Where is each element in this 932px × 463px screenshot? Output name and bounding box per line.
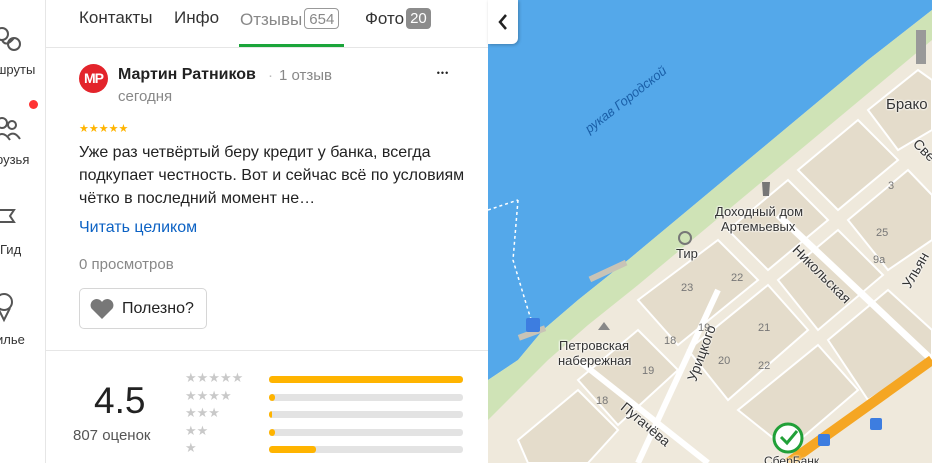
map-label-sberbank[interactable]: СберБанк — [764, 454, 819, 463]
map-house-number: 22 — [731, 272, 744, 284]
tab-reviews[interactable]: Отзывы 654 — [240, 8, 340, 30]
tab-bar: Контакты Инфо Отзывы 654 Фото 20 — [46, 0, 488, 48]
dist-fill — [269, 411, 272, 418]
dist-track — [269, 394, 463, 401]
tab-label: Инфо — [174, 8, 220, 27]
map-house-number: 19 — [698, 322, 711, 334]
map-house-number: 19 — [642, 365, 655, 377]
review-text: Уже раз четвёртый беру кредит у банка, в… — [79, 144, 465, 207]
dist-track — [269, 411, 463, 418]
rail-label-routes: шруты — [0, 62, 36, 77]
guide-icon — [0, 209, 16, 223]
active-tab-indicator — [239, 44, 344, 47]
more-dots-icon: ••• — [436, 68, 450, 78]
overall-rating: 4.5 — [94, 380, 146, 421]
tab-label: Контакты — [79, 8, 153, 27]
map-house-number: 22 — [758, 360, 771, 372]
photos-count-badge: 20 — [406, 8, 431, 29]
rail-item-routes[interactable]: шруты — [0, 0, 45, 90]
bus-stop-icon — [818, 434, 830, 446]
review-views: 0 просмотров — [79, 256, 174, 273]
map-house-number: 23 — [681, 282, 694, 294]
dist-stars: ★★★★ — [185, 388, 232, 403]
dist-stars: ★ — [185, 440, 197, 455]
chess-poi-icon — [762, 182, 770, 196]
tab-label: Фото — [365, 9, 405, 28]
map-label-naber-2[interactable]: набережная — [558, 353, 631, 368]
business-panel: Контакты Инфо Отзывы 654 Фото 20 MP Мартин… — [46, 0, 488, 463]
building-icon — [916, 30, 926, 64]
rail-item-housing[interactable]: илье — [0, 280, 45, 360]
review-date: сегодня — [118, 88, 173, 105]
map-house-number: 9а — [873, 254, 886, 266]
review-stars: ★★★★★ — [79, 123, 129, 135]
tab-contacts[interactable]: Контакты — [79, 8, 152, 28]
housing-icon — [0, 293, 13, 323]
map[interactable]: рукав Городской Брако Све Доходный дом А… — [488, 0, 932, 463]
rail-label-friends: рузья — [0, 152, 30, 167]
read-more-link[interactable]: Читать целиком — [79, 219, 197, 237]
map-house-number: 3 — [888, 180, 895, 192]
map-house-number: 18 — [664, 335, 677, 347]
left-rail: шруты рузья Гид илье — [0, 0, 46, 463]
useful-label: Полезно? — [122, 300, 194, 317]
avatar[interactable]: MP — [79, 64, 108, 93]
useful-button[interactable]: Полезно? — [79, 288, 207, 329]
tab-photos[interactable]: Фото 20 — [365, 8, 431, 29]
dist-stars: ★★ — [185, 423, 209, 438]
map-house-number: 25 — [876, 227, 889, 239]
map-label-dom-2[interactable]: Артемьевых — [721, 219, 795, 234]
tab-info[interactable]: Инфо — [174, 8, 219, 28]
rail-item-friends[interactable]: рузья — [0, 100, 45, 180]
dist-fill — [269, 376, 463, 383]
embankment-poi-icon — [598, 322, 610, 330]
dist-track — [269, 446, 463, 453]
dist-fill — [269, 446, 316, 453]
more-options-button[interactable]: ••• — [430, 68, 456, 88]
rail-item-guide[interactable]: Гид — [0, 190, 45, 270]
dist-track — [269, 376, 463, 383]
dist-fill — [269, 429, 275, 436]
rail-label-housing: илье — [0, 332, 25, 347]
author-review-count: 1 отзыв — [268, 67, 332, 84]
dist-track — [269, 429, 463, 436]
bus-stop-icon — [870, 418, 882, 430]
routes-icon — [0, 27, 21, 51]
map-label-brako[interactable]: Брако — [886, 96, 928, 113]
heart-icon — [90, 299, 114, 319]
collapse-panel-button[interactable] — [488, 0, 518, 44]
tab-label: Отзывы — [240, 10, 303, 29]
dist-stars: ★★★ — [185, 405, 220, 420]
dist-stars: ★★★★★ — [185, 370, 244, 385]
dist-fill — [269, 394, 275, 401]
chevron-left-icon — [498, 14, 507, 30]
rail-label-guide: Гид — [0, 242, 22, 257]
map-label-dom-1[interactable]: Доходный дом — [715, 204, 803, 219]
map-house-number: 20 — [718, 355, 731, 367]
map-house-number: 21 — [758, 322, 771, 334]
divider — [46, 350, 488, 351]
reviews-count-badge: 654 — [304, 8, 340, 29]
bus-stop-icon — [526, 318, 540, 332]
map-label-naber-1[interactable]: Петровская — [559, 338, 629, 353]
review-author[interactable]: Мартин Ратников — [118, 66, 256, 84]
friends-icon — [0, 117, 21, 141]
sberbank-logo-icon — [772, 422, 804, 454]
rating-count: 807 оценок — [73, 427, 151, 444]
map-canvas — [488, 0, 932, 463]
map-label-tir[interactable]: Тир — [676, 246, 698, 261]
map-house-number: 18 — [596, 395, 609, 407]
